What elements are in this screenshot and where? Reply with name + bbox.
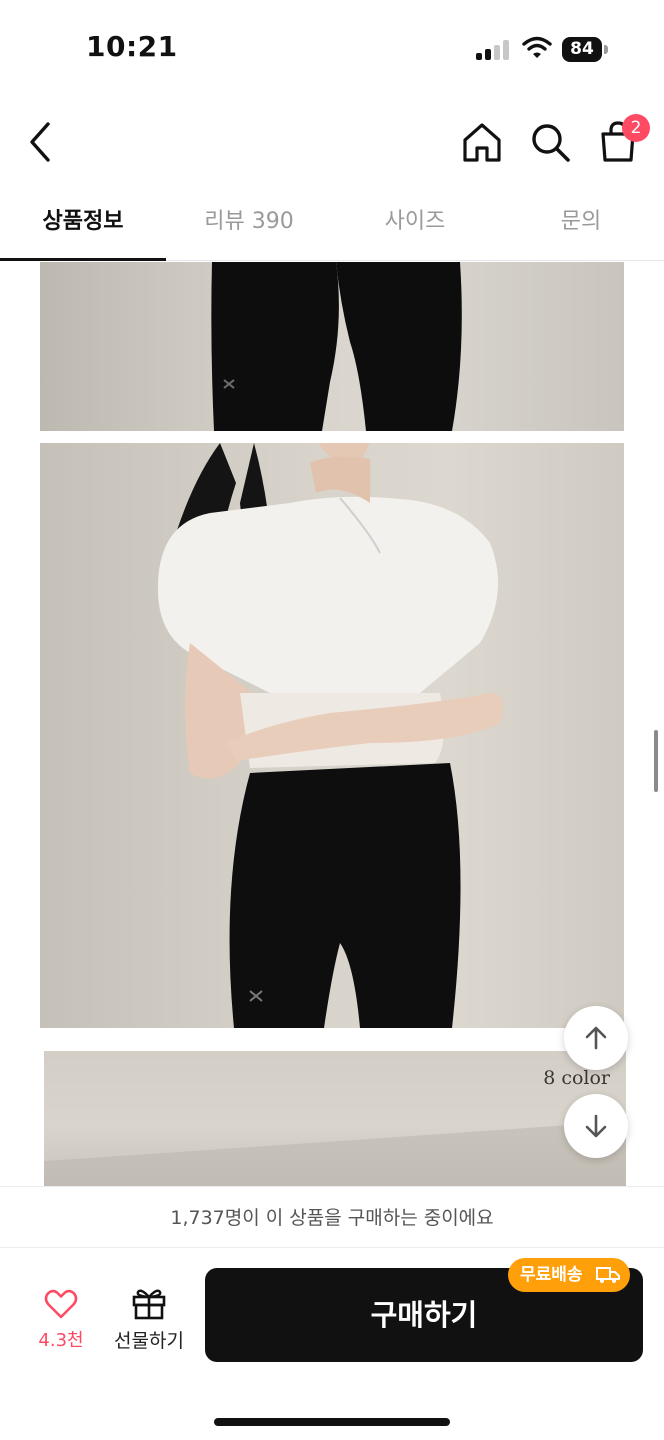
gift-icon	[132, 1289, 166, 1320]
active-tab-indicator	[0, 258, 166, 261]
home-button[interactable]	[458, 118, 506, 166]
free-shipping-badge: 무료배송	[508, 1258, 630, 1292]
wifi-icon	[522, 36, 552, 58]
heart-icon	[44, 1289, 78, 1319]
home-indicator	[214, 1418, 450, 1426]
live-purchase-notice: 1,737명이 이 상품을 구매하는 중이에요	[0, 1186, 664, 1248]
search-button[interactable]	[526, 118, 574, 166]
cellular-signal-icon	[476, 40, 510, 60]
battery-icon: 84	[562, 37, 608, 62]
product-photo-color-options: 8 color	[44, 1051, 626, 1186]
product-photo-legs	[40, 262, 624, 431]
status-bar: 10:21 84	[0, 0, 664, 100]
product-photo-model	[40, 443, 624, 1028]
arrow-up-icon	[585, 1026, 607, 1050]
like-button[interactable]: 4.3천	[20, 1284, 102, 1354]
scroll-up-button[interactable]	[564, 1006, 628, 1070]
like-count: 4.3천	[38, 1330, 84, 1351]
tab-reviews[interactable]: 리뷰 390	[166, 186, 332, 262]
home-icon	[463, 123, 501, 162]
tab-size[interactable]: 사이즈	[332, 186, 498, 262]
scrollbar-thumb[interactable]	[654, 730, 658, 792]
free-shipping-label: 무료배송	[520, 1265, 583, 1285]
chevron-left-icon	[30, 122, 50, 162]
status-time: 10:21	[86, 30, 178, 63]
arrow-down-icon	[585, 1114, 607, 1138]
scroll-down-button[interactable]	[564, 1094, 628, 1158]
product-tabs: 상품정보 리뷰 390 사이즈 문의	[0, 186, 664, 262]
nav-header	[0, 100, 664, 186]
tab-inquiry[interactable]: 문의	[498, 186, 664, 262]
product-detail-content[interactable]: 8 color	[0, 262, 664, 1186]
back-button[interactable]	[22, 118, 62, 166]
bottom-action-bar: 4.3천 선물하기 구매하기 무료배송	[0, 1248, 664, 1440]
gift-button[interactable]: 선물하기	[106, 1284, 192, 1354]
battery-level: 84	[562, 37, 602, 62]
delivery-truck-icon	[596, 1267, 620, 1283]
gift-label: 선물하기	[114, 1330, 184, 1352]
search-icon	[532, 124, 570, 162]
cart-count-badge: 2	[622, 114, 650, 142]
tab-product-info[interactable]: 상품정보	[0, 186, 166, 262]
